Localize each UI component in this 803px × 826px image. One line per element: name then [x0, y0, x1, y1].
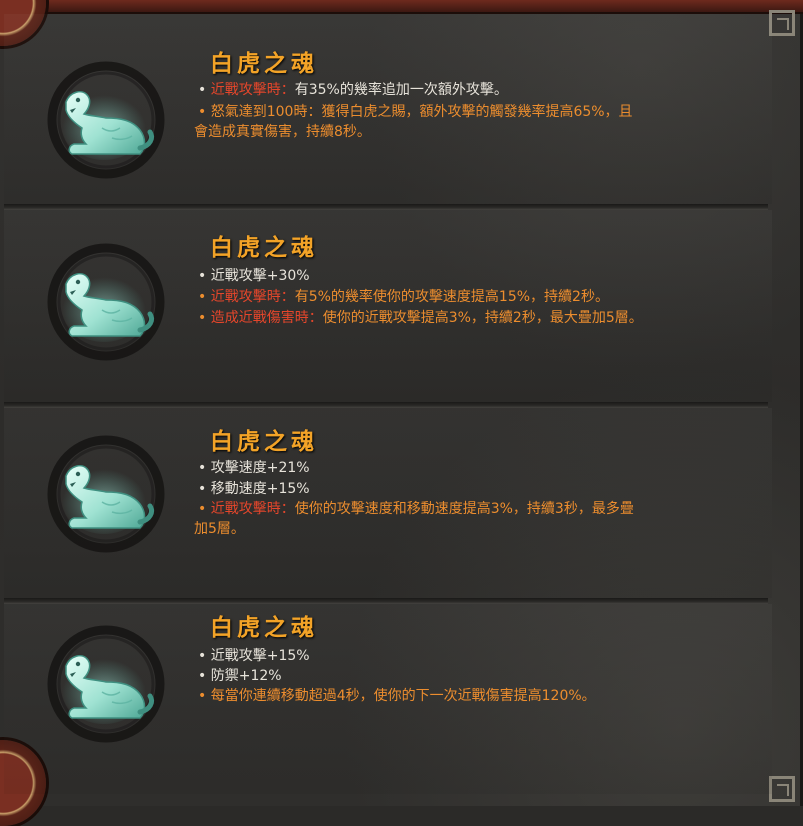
effect-line: • 防禦+12%	[198, 668, 282, 684]
white-tiger-icon	[42, 622, 166, 746]
effect-line: 加5層。	[194, 521, 245, 537]
effect-line: • 近戰攻擊時：有5%的幾率使你的攻擊速度提高15%，持續2秒。	[198, 289, 609, 305]
top-border	[30, 0, 803, 14]
panel-title: 白虎之魂	[210, 234, 318, 261]
effect-line: • 怒氣達到100時：獲得白虎之賜，額外攻擊的觸發幾率提高65%，且	[198, 104, 633, 120]
effect-line: • 近戰攻擊+15%	[198, 648, 310, 664]
effect-line: • 近戰攻擊時：有35%的幾率追加一次額外攻擊。	[198, 82, 508, 98]
panel-title: 白虎之魂	[210, 428, 318, 455]
fret-ornament-icon	[769, 776, 795, 802]
effect-line: 會造成真實傷害，持續8秒。	[194, 124, 371, 140]
effect-line: • 移動速度+15%	[198, 481, 310, 497]
effect-line: • 每當你連續移動超過4秒，使你的下一次近戰傷害提高120%。	[198, 688, 596, 704]
white-tiger-icon	[42, 432, 166, 556]
panel-title: 白虎之魂	[210, 50, 318, 77]
white-tiger-icon	[42, 58, 166, 182]
effect-line: • 攻擊速度+21%	[198, 460, 310, 476]
effect-line: • 近戰攻擊時：使你的攻擊速度和移動速度提高3%，持續3秒，最多疊	[198, 501, 634, 517]
effect-line: • 近戰攻擊+30%	[198, 268, 310, 284]
effect-line: • 造成近戰傷害時：使你的近戰攻擊提高3%，持續2秒，最大疊加5層。	[198, 310, 643, 326]
white-tiger-icon	[42, 240, 166, 364]
panel-title: 白虎之魂	[210, 614, 318, 641]
fret-ornament-icon	[769, 10, 795, 36]
